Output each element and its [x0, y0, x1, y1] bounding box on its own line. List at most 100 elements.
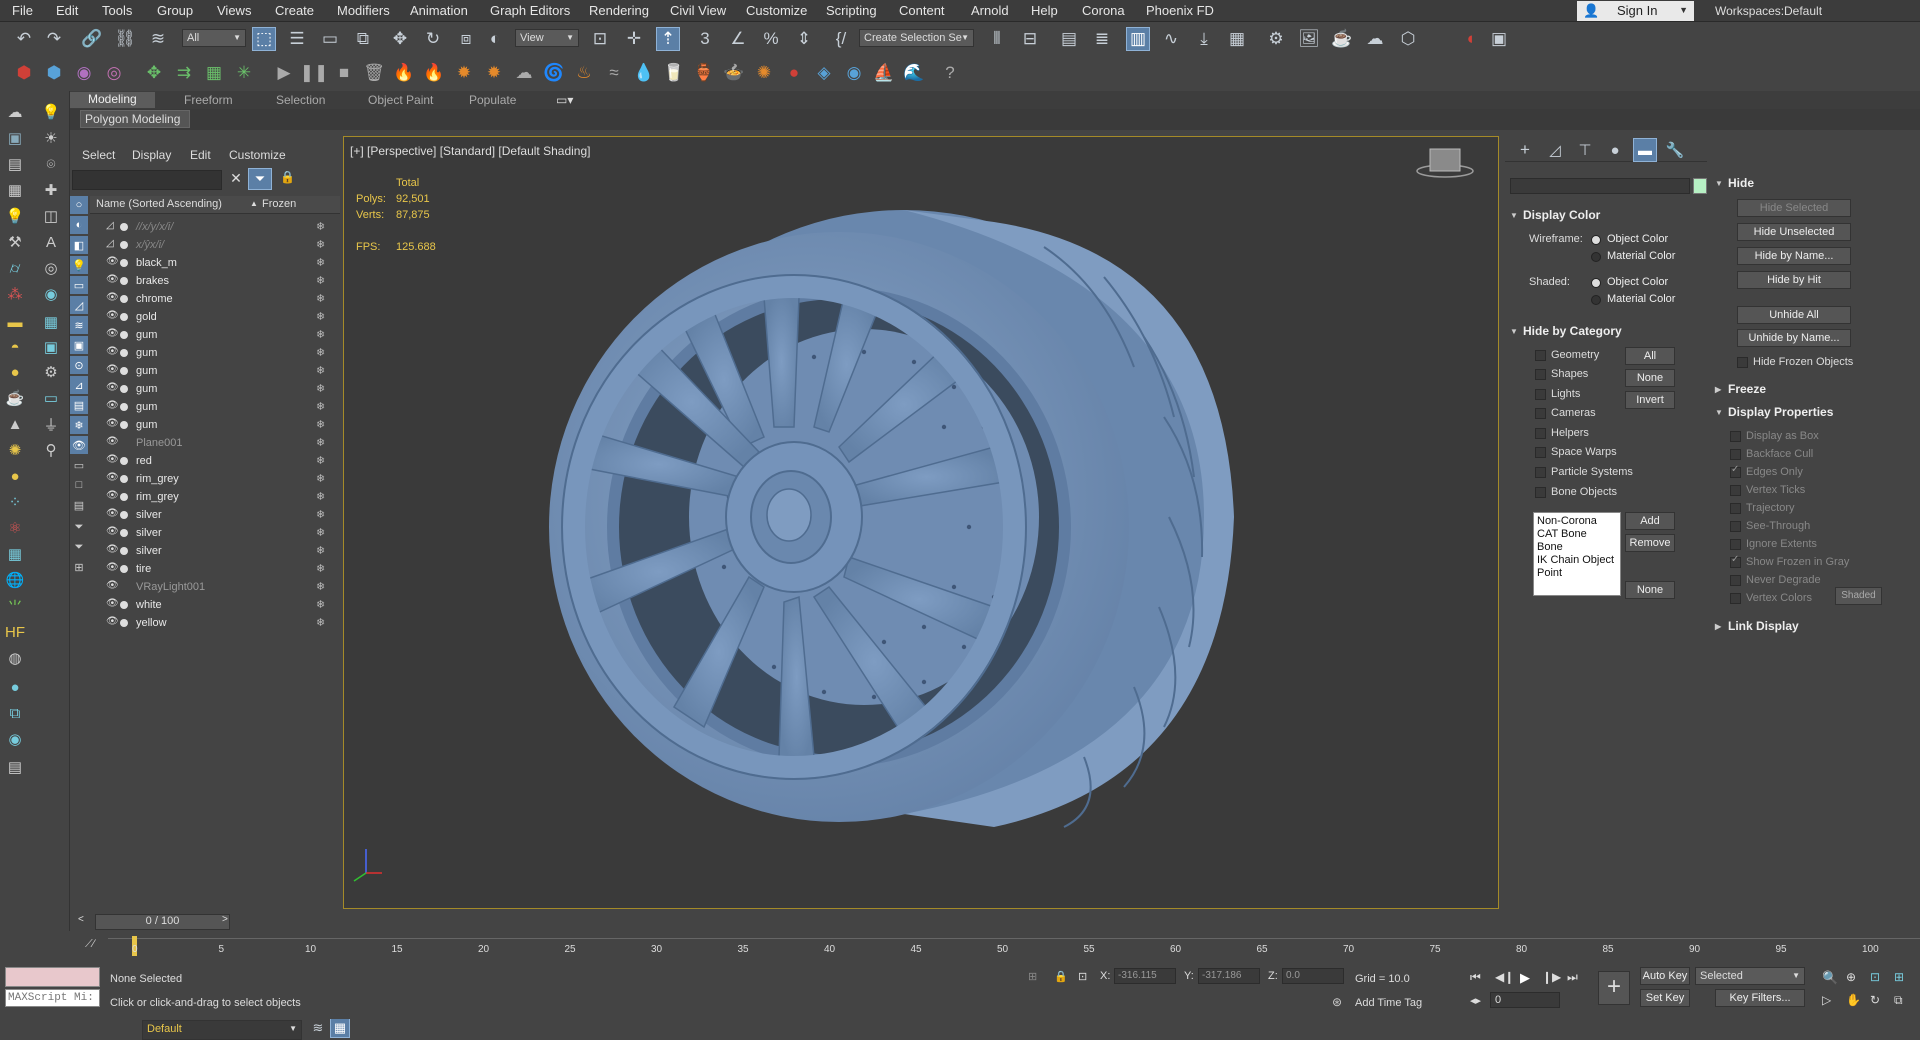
frozen-snowflake-icon[interactable]: ❄ — [316, 220, 325, 233]
z-coordinate-field[interactable]: 0.0 — [1282, 968, 1344, 984]
menu-arnold[interactable]: Arnold — [971, 3, 1009, 18]
column-frozen-header[interactable]: Frozen — [262, 198, 296, 210]
wireframe-object-color-radio[interactable]: Object Color — [1591, 233, 1668, 245]
frozen-snowflake-icon[interactable]: ❄ — [316, 580, 325, 593]
time-prev-icon[interactable]: < — [78, 914, 94, 930]
x-coordinate-field[interactable]: -316.115 — [1114, 968, 1176, 984]
rock-icon[interactable]: ◍ — [4, 647, 26, 669]
visibility-eye-icon[interactable]: 👁 — [106, 400, 119, 411]
phoenix-wind-icon[interactable]: ≈ — [602, 61, 626, 85]
display-cameras-icon[interactable]: ▭ — [70, 276, 88, 294]
menu-edit[interactable]: Edit — [56, 3, 78, 18]
visibility-eye-icon[interactable]: 👁 — [106, 418, 119, 429]
layer-dropdown[interactable]: Default ▼ — [142, 1020, 302, 1040]
render-dot-icon[interactable] — [120, 295, 128, 303]
sun-icon[interactable]: ☀ — [40, 127, 62, 149]
display-hidden-icon[interactable]: 👁 — [70, 436, 88, 454]
redo-icon[interactable]: ↷ — [42, 27, 66, 51]
display-property-checkbox[interactable]: Backface Cull — [1730, 448, 1813, 460]
category-add-button[interactable]: Add — [1625, 512, 1675, 530]
table-row[interactable]: 👁 silver ❄ — [90, 524, 340, 542]
menu-create[interactable]: Create — [275, 3, 314, 18]
pan-icon[interactable]: ✋ — [1846, 993, 1861, 1007]
tab-modeling[interactable]: Modeling — [70, 92, 155, 108]
percent-snap-icon[interactable]: % — [759, 27, 783, 51]
maxscript-mini-listener[interactable]: MAXScript Mi: — [5, 989, 100, 1007]
explorer-column-header[interactable]: Name (Sorted Ascending) ▲ Frozen — [90, 196, 340, 214]
hide-by-hit-button[interactable]: Hide by Hit — [1737, 271, 1851, 289]
table-row[interactable]: 👁 yellow ❄ — [90, 614, 340, 632]
globe-icon[interactable]: 🌐 — [4, 569, 26, 591]
frozen-snowflake-icon[interactable]: ❄ — [316, 454, 325, 467]
hide-geometry-checkbox[interactable]: Geometry — [1535, 349, 1599, 361]
table-row[interactable]: 👁 gold ❄ — [90, 308, 340, 326]
phoenix-liquid-icon[interactable]: 💧 — [632, 61, 656, 85]
space-warp-icon[interactable]: ◫ — [40, 205, 62, 227]
category-none-button[interactable]: None — [1625, 369, 1675, 387]
rectangular-selection-icon[interactable]: ▭ — [318, 27, 342, 51]
hide-by-name-button[interactable]: Hide by Name... — [1737, 247, 1851, 265]
a360-gallery-icon[interactable]: ⬡ — [1396, 27, 1420, 51]
set-key-big-icon[interactable]: + — [1598, 971, 1630, 1005]
particle-icon[interactable]: ⁂ — [4, 283, 26, 305]
render-dot-icon[interactable] — [120, 547, 128, 555]
key-set-dropdown[interactable]: Selected ▼ — [1695, 967, 1805, 985]
system-icon[interactable]: ⚒ — [4, 231, 26, 253]
set-key-button[interactable]: Set Key — [1640, 989, 1690, 1007]
display-helpers-icon[interactable]: ◿ — [70, 296, 88, 314]
table-row[interactable]: 👁 black_m ❄ — [90, 254, 340, 272]
category-all-button[interactable]: All — [1625, 347, 1675, 365]
frozen-snowflake-icon[interactable]: ❄ — [316, 598, 325, 611]
phoenix-swirl-icon[interactable]: 🌀 — [542, 61, 566, 85]
render-dot-icon[interactable] — [120, 367, 128, 375]
render-dot-icon[interactable] — [120, 511, 128, 519]
visibility-eye-icon[interactable]: 👁 — [106, 454, 119, 465]
plugin-torus-icon[interactable]: ◎ — [102, 61, 126, 85]
render-dot-icon[interactable] — [120, 277, 128, 285]
rotate-icon[interactable]: ↻ — [421, 27, 445, 51]
add-time-tag-button[interactable]: Add Time Tag — [1355, 997, 1422, 1009]
molecule-icon[interactable]: ⚛ — [4, 517, 26, 539]
time-next-icon[interactable]: > — [222, 914, 238, 930]
frozen-snowflake-icon[interactable]: ❄ — [316, 364, 325, 377]
selection-lock-icon[interactable]: 🔒 — [1054, 970, 1068, 983]
table-row[interactable]: 👁 Plane001 ❄ — [90, 434, 340, 452]
named-selection-set-dropdown[interactable]: Create Selection Se ▼ — [859, 29, 974, 47]
menu-views[interactable]: Views — [217, 3, 251, 18]
zoom-icon[interactable]: 🔍 — [1822, 970, 1838, 986]
delete-icon[interactable]: 🗑 — [362, 61, 386, 85]
dome-icon[interactable]: ◓ — [4, 336, 26, 358]
window-crossing-icon[interactable]: ⧉ — [351, 27, 375, 51]
display-bones-icon[interactable]: ⊿ — [70, 376, 88, 394]
zoom-extents-icon[interactable]: ⊡ — [1870, 970, 1880, 984]
shaded-material-color-radio[interactable]: Material Color — [1591, 293, 1675, 305]
phoenix-fire2-icon[interactable]: 🔥 — [422, 61, 446, 85]
scatter-dots-icon[interactable]: ⁘ — [4, 491, 26, 513]
grid-icon[interactable]: ▤ — [4, 153, 26, 175]
selection-filter-dropdown[interactable]: All ▼ — [182, 29, 246, 47]
display-all-icon[interactable]: ▭ — [70, 456, 88, 474]
absolute-mode-icon[interactable]: ⊡ — [1078, 970, 1087, 983]
visibility-eye-icon[interactable]: 👁 — [106, 292, 119, 303]
display-properties-rollout[interactable]: ▼ Display Properties — [1710, 405, 1900, 423]
visibility-eye-icon[interactable]: 👁 — [106, 310, 119, 321]
light-icon[interactable]: 💡 — [40, 101, 62, 123]
modify-tab-icon[interactable]: ◿ — [1543, 138, 1567, 162]
material-editor-icon[interactable]: ▦ — [1225, 27, 1249, 51]
render-dot-icon[interactable] — [120, 331, 128, 339]
select-by-name-icon[interactable]: ☰ — [285, 27, 309, 51]
render-dot-icon[interactable] — [120, 421, 128, 429]
blue-sphere-icon[interactable]: ● — [4, 676, 26, 698]
filter-icon[interactable]: ⏷ — [248, 168, 272, 190]
mirror-icon[interactable]: ⫴ — [985, 27, 1009, 51]
render-dot-icon[interactable] — [120, 403, 128, 411]
polygon-modeling-panel[interactable]: Polygon Modeling — [80, 110, 190, 128]
table-row[interactable]: 👁 gum ❄ — [90, 380, 340, 398]
frozen-snowflake-icon[interactable]: ❄ — [316, 544, 325, 557]
visibility-eye-icon[interactable]: 👁 — [106, 508, 119, 519]
render-setup-icon[interactable]: ⚙ — [1264, 27, 1288, 51]
frozen-snowflake-icon[interactable]: ❄ — [316, 418, 325, 431]
move-icon[interactable]: ✥ — [388, 27, 412, 51]
frame-icon[interactable]: ▣ — [40, 336, 62, 358]
toggle-layer-explorer-icon[interactable]: ≣ — [1090, 27, 1114, 51]
